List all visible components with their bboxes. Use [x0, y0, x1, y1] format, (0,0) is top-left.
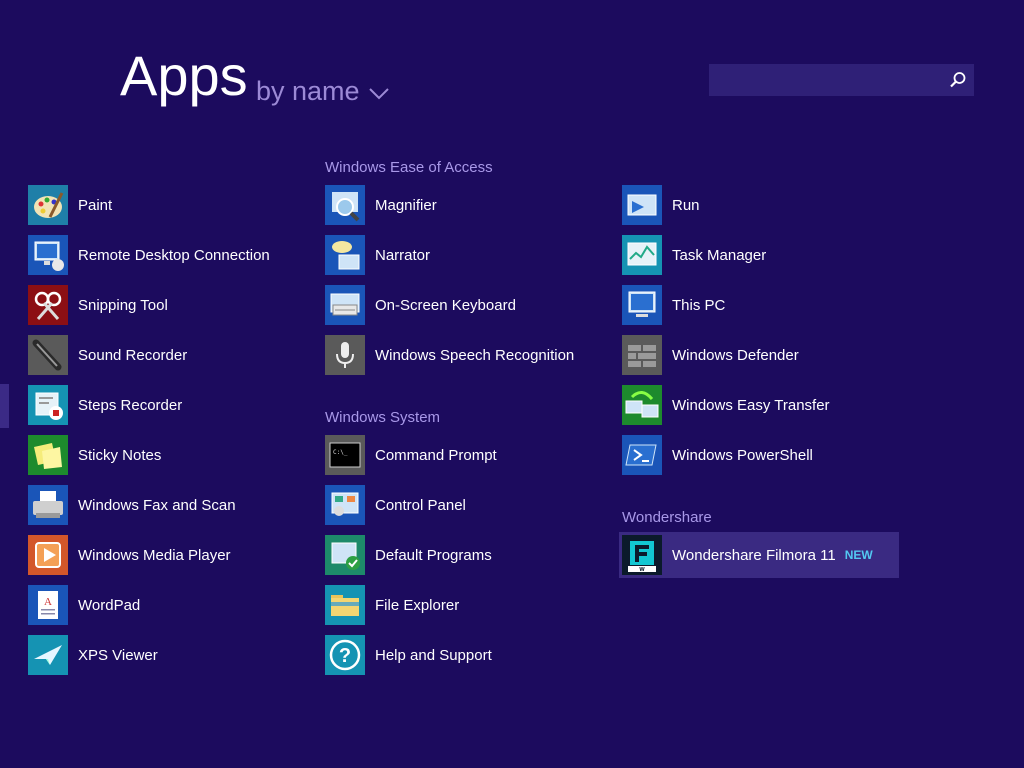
sticky-notes-icon	[28, 435, 68, 475]
group-header-ease-of-access: Windows Ease of Access	[325, 159, 493, 176]
app-label: On-Screen Keyboard	[375, 296, 516, 314]
app-tile-filmora[interactable]: W Wondershare Filmora 11 NEW	[619, 532, 899, 578]
snipping-tool-icon	[28, 285, 68, 325]
app-tile-command-prompt[interactable]: C:\_ Command Prompt	[325, 435, 497, 475]
app-label: Help and Support	[375, 646, 492, 664]
app-tile-remote-desktop[interactable]: Remote Desktop Connection	[28, 235, 270, 275]
computer-icon	[622, 285, 662, 325]
svg-text:C:\_: C:\_	[333, 449, 348, 456]
default-programs-icon	[325, 535, 365, 575]
speech-microphone-icon	[325, 335, 365, 375]
app-tile-windows-defender[interactable]: Windows Defender	[622, 335, 799, 375]
media-player-icon	[28, 535, 68, 575]
new-badge: NEW	[844, 548, 873, 562]
app-label: This PC	[672, 296, 726, 314]
app-tile-sticky-notes[interactable]: Sticky Notes	[28, 435, 161, 475]
app-tile-easy-transfer[interactable]: Windows Easy Transfer	[622, 385, 830, 425]
app-label: Wondershare Filmora 11	[672, 546, 836, 564]
microphone-icon	[28, 335, 68, 375]
app-tile-this-pc[interactable]: This PC	[622, 285, 725, 325]
app-label: Windows Media Player	[78, 546, 231, 564]
app-label: Paint	[78, 196, 113, 214]
app-tile-default-programs[interactable]: Default Programs	[325, 535, 492, 575]
app-label: Windows PowerShell	[672, 446, 813, 464]
group-header-windows-system: Windows System	[325, 409, 441, 426]
steps-recorder-icon	[28, 385, 68, 425]
sort-label: by name	[256, 76, 360, 106]
filmora-icon: W	[622, 535, 662, 575]
app-label: Steps Recorder	[78, 396, 183, 414]
app-tile-magnifier[interactable]: Magnifier	[325, 185, 437, 225]
help-icon: ?	[325, 635, 365, 675]
app-label: Snipping Tool	[78, 296, 168, 314]
app-label: Windows Easy Transfer	[672, 396, 830, 414]
app-tile-speech-recognition[interactable]: Windows Speech Recognition	[325, 335, 574, 375]
app-tile-paint[interactable]: Paint	[28, 185, 112, 225]
app-tile-file-explorer[interactable]: File Explorer	[325, 585, 459, 625]
app-tile-run[interactable]: Run	[622, 185, 700, 225]
folder-icon	[325, 585, 365, 625]
group-header-wondershare: Wondershare	[622, 509, 712, 526]
app-label: Remote Desktop Connection	[78, 246, 270, 264]
search-icon	[950, 72, 966, 88]
app-tile-on-screen-keyboard[interactable]: On-Screen Keyboard	[325, 285, 516, 325]
svg-text:?: ?	[339, 645, 351, 667]
app-label: Windows Fax and Scan	[78, 496, 236, 514]
fax-scan-icon	[28, 485, 68, 525]
paint-icon	[28, 185, 68, 225]
app-label: XPS Viewer	[78, 646, 158, 664]
scroll-edge-indicator[interactable]	[0, 384, 9, 428]
control-panel-icon	[325, 485, 365, 525]
task-manager-icon	[622, 235, 662, 275]
app-tile-sound-recorder[interactable]: Sound Recorder	[28, 335, 187, 375]
remote-desktop-icon	[28, 235, 68, 275]
app-label: Sound Recorder	[78, 346, 188, 364]
app-tile-wordpad[interactable]: A WordPad	[28, 585, 140, 625]
keyboard-icon	[325, 285, 365, 325]
app-label: Control Panel	[375, 496, 466, 514]
search-input[interactable]	[709, 64, 955, 96]
page-title: Apps	[120, 44, 248, 107]
app-tile-media-player[interactable]: Windows Media Player	[28, 535, 231, 575]
app-label: Default Programs	[375, 546, 492, 564]
app-label: Command Prompt	[375, 446, 497, 464]
app-tile-snipping-tool[interactable]: Snipping Tool	[28, 285, 168, 325]
easy-transfer-icon	[622, 385, 662, 425]
search-box	[709, 64, 974, 96]
search-button[interactable]	[942, 64, 974, 96]
xps-viewer-icon	[28, 635, 68, 675]
app-tile-powershell[interactable]: Windows PowerShell	[622, 435, 813, 475]
sort-by-name-dropdown[interactable]: by name	[256, 76, 390, 107]
run-icon	[622, 185, 662, 225]
app-label: Windows Speech Recognition	[375, 346, 575, 364]
app-tile-help-support[interactable]: ? Help and Support	[325, 635, 492, 675]
svg-text:W: W	[639, 567, 645, 573]
svg-text:A: A	[44, 596, 52, 608]
powershell-icon	[622, 435, 662, 475]
app-tile-narrator[interactable]: Narrator	[325, 235, 430, 275]
app-label: Magnifier	[375, 196, 437, 214]
app-label: File Explorer	[375, 596, 460, 614]
defender-wall-icon	[622, 335, 662, 375]
app-label: Narrator	[375, 246, 431, 264]
app-label: Windows Defender	[672, 346, 799, 364]
app-tile-fax-scan[interactable]: Windows Fax and Scan	[28, 485, 236, 525]
app-tile-task-manager[interactable]: Task Manager	[622, 235, 766, 275]
app-label: Run	[672, 196, 700, 214]
app-label: WordPad	[78, 596, 141, 614]
narrator-icon	[325, 235, 365, 275]
app-tile-steps-recorder[interactable]: Steps Recorder	[28, 385, 182, 425]
wordpad-icon: A	[28, 585, 68, 625]
command-prompt-icon: C:\_	[325, 435, 365, 475]
app-label: Task Manager	[672, 246, 767, 264]
magnifier-icon	[325, 185, 365, 225]
app-tile-xps-viewer[interactable]: XPS Viewer	[28, 635, 158, 675]
chevron-down-icon	[368, 87, 389, 99]
app-tile-control-panel[interactable]: Control Panel	[325, 485, 466, 525]
app-label: Sticky Notes	[78, 446, 162, 464]
